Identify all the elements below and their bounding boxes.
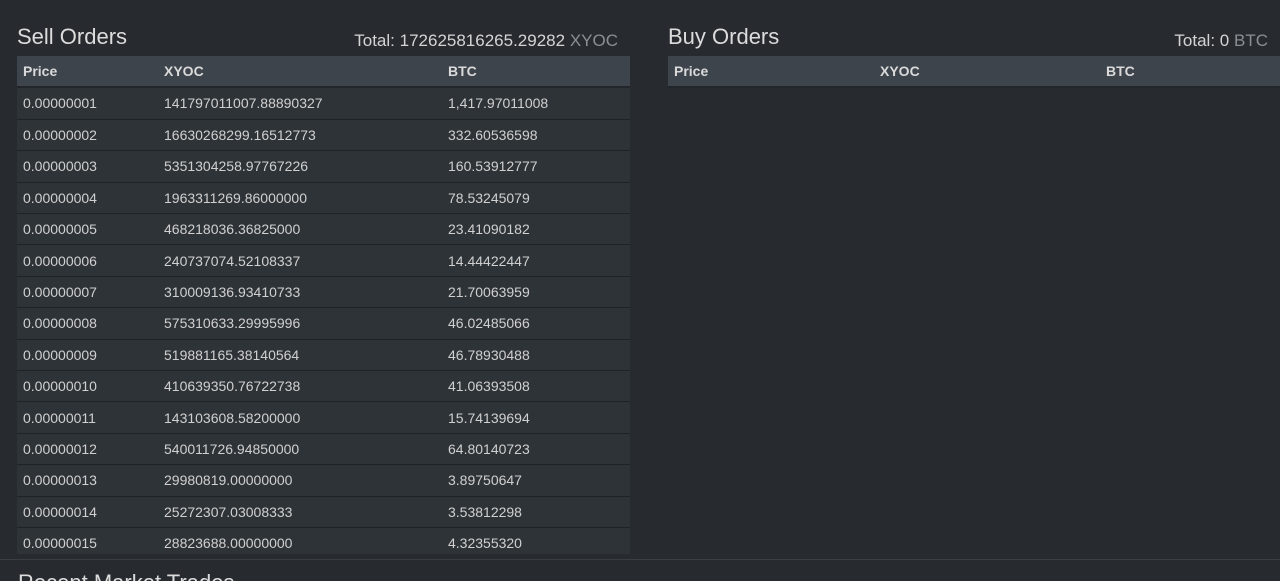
buy-orders-total: Total: 0 BTC <box>1174 30 1268 52</box>
buy-total-value: 0 <box>1219 31 1230 50</box>
column-header-price[interactable]: Price <box>17 56 158 88</box>
column-header-price[interactable]: Price <box>668 56 874 88</box>
recent-trades-title: Recent Market Trades <box>18 570 234 581</box>
cell-btc: 15.74139694 <box>448 409 530 426</box>
buy-total-unit: BTC <box>1234 31 1268 50</box>
cell-btc: 332.60536598 <box>448 127 538 144</box>
cell-btc: 4.32355320 <box>448 535 522 552</box>
cell-xyoc: 1963311269.86000000 <box>164 189 308 206</box>
cell-btc: 64.80140723 <box>448 440 530 457</box>
order-row[interactable]: 0.00000007 310009136.93410733 21.70063959 <box>17 276 630 308</box>
sell-orders-body: 0.00000001 141797011007.88890327 1,417.970… <box>17 88 630 554</box>
buy-total-label: Total: <box>1174 31 1216 50</box>
cell-price: 0.00000006 <box>23 252 97 269</box>
buy-orders-title: Buy Orders <box>668 24 780 49</box>
order-row[interactable]: 0.00000010 410639350.76722738 41.06393508 <box>17 370 630 402</box>
sell-orders-header: Sell Orders Total: 172625816265.29282 XY… <box>17 0 630 56</box>
cell-btc: 41.06393508 <box>448 378 530 395</box>
cell-btc: 3.53812298 <box>448 503 522 520</box>
cell-xyoc: 468218036.36825000 <box>164 221 301 238</box>
cell-xyoc: 540011726.94850000 <box>164 440 300 457</box>
buy-orders-panel: Buy Orders Total: 0 BTC Price XYOC BTC <box>668 0 1280 88</box>
sell-orders-table: Price XYOC BTC <box>17 56 630 88</box>
cell-btc: 21.70063959 <box>448 284 530 301</box>
cell-price: 0.00000011 <box>23 409 96 426</box>
column-header-btc[interactable]: BTC <box>1100 56 1280 88</box>
sell-orders-total: Total: 172625816265.29282 XYOC <box>354 30 618 52</box>
cell-price: 0.00000003 <box>23 158 97 175</box>
cell-xyoc: 143103608.58200000 <box>164 409 301 426</box>
cell-price: 0.00000002 <box>23 127 97 144</box>
order-row[interactable]: 0.00000014 25272307.03008333 3.53812298 <box>17 496 630 528</box>
buy-orders-table: Price XYOC BTC <box>668 56 1280 88</box>
cell-price: 0.00000005 <box>23 221 97 238</box>
column-header-btc[interactable]: BTC <box>442 56 630 88</box>
column-header-xyoc[interactable]: XYOC <box>158 56 442 88</box>
cell-btc: 46.02485066 <box>448 315 530 332</box>
buy-orders-header: Buy Orders Total: 0 BTC <box>668 0 1280 56</box>
cell-xyoc: 519881165.38140564 <box>164 346 300 363</box>
cell-price: 0.00000009 <box>23 346 97 363</box>
order-row[interactable]: 0.00000015 28823688.00000000 4.32355320 <box>17 527 630 554</box>
cell-price: 0.00000012 <box>23 440 97 457</box>
order-row[interactable]: 0.00000002 16630268299.16512773 332.605365… <box>17 119 630 151</box>
cell-xyoc: 25272307.03008333 <box>164 503 293 520</box>
order-book-page: Sell Orders Total: 172625816265.29282 XY… <box>0 0 1280 581</box>
sell-total-unit: XYOC <box>569 31 618 50</box>
order-row[interactable]: 0.00000009 519881165.38140564 46.78930488 <box>17 339 630 371</box>
section-divider <box>0 559 1280 560</box>
order-row[interactable]: 0.00000003 5351304258.97767226 160.5391277… <box>17 150 630 183</box>
order-row[interactable]: 0.00000004 1963311269.86000000 78.53245079 <box>17 182 630 214</box>
cell-xyoc: 29980819.00000000 <box>164 472 293 489</box>
cell-xyoc: 410639350.76722738 <box>164 378 301 395</box>
column-header-xyoc[interactable]: XYOC <box>874 56 1100 88</box>
sell-orders-scroll-area[interactable]: 0.00000001 141797011007.88890327 1,417.970… <box>17 88 630 554</box>
order-row[interactable]: 0.00000001 141797011007.88890327 1,417.970… <box>17 88 630 120</box>
cell-btc: 1,417.97011008 <box>448 95 549 112</box>
cell-btc: 14.44422447 <box>448 252 530 269</box>
cell-btc: 23.41090182 <box>448 221 530 238</box>
cell-xyoc: 5351304258.97767226 <box>164 158 309 175</box>
cell-btc: 160.53912777 <box>448 158 538 175</box>
cell-btc: 78.53245079 <box>448 189 530 206</box>
sell-orders-title: Sell Orders <box>17 24 128 49</box>
order-row[interactable]: 0.00000005 468218036.36825000 23.41090182 <box>17 213 630 245</box>
order-row[interactable]: 0.00000006 240737074.52108337 14.44422447 <box>17 244 630 277</box>
cell-price: 0.00000001 <box>23 95 97 112</box>
cell-price: 0.00000015 <box>23 535 97 552</box>
cell-xyoc: 240737074.52108337 <box>164 252 301 269</box>
cell-xyoc: 575310633.29995996 <box>164 315 301 332</box>
cell-price: 0.00000004 <box>23 189 97 206</box>
cell-price: 0.00000010 <box>23 378 97 395</box>
sell-orders-header-row: Price XYOC BTC <box>17 56 630 88</box>
cell-price: 0.00000013 <box>23 472 97 489</box>
buy-orders-header-row: Price XYOC BTC <box>668 56 1280 88</box>
sell-total-label: Total: <box>354 31 395 50</box>
cell-price: 0.00000014 <box>23 503 97 520</box>
cell-btc: 46.78930488 <box>448 346 530 363</box>
cell-price: 0.00000008 <box>23 315 97 332</box>
cell-xyoc: 16630268299.16512773 <box>164 127 316 144</box>
order-row[interactable]: 0.00000011 143103608.58200000 15.74139694 <box>17 401 630 434</box>
sell-total-value: 172625816265.29282 <box>399 31 566 50</box>
cell-price: 0.00000007 <box>23 284 97 301</box>
sell-orders-body-table: 0.00000001 141797011007.88890327 1,417.970… <box>17 88 630 554</box>
sell-orders-panel: Sell Orders Total: 172625816265.29282 XY… <box>17 0 630 554</box>
order-row[interactable]: 0.00000012 540011726.94850000 64.80140723 <box>17 433 630 465</box>
cell-xyoc: 141797011007.88890327 <box>164 95 323 112</box>
order-row[interactable]: 0.00000013 29980819.00000000 3.89750647 <box>17 464 630 497</box>
cell-btc: 3.89750647 <box>448 472 522 489</box>
cell-xyoc: 28823688.00000000 <box>164 535 293 552</box>
order-row[interactable]: 0.00000008 575310633.29995996 46.02485066 <box>17 307 630 340</box>
cell-xyoc: 310009136.93410733 <box>164 284 301 301</box>
